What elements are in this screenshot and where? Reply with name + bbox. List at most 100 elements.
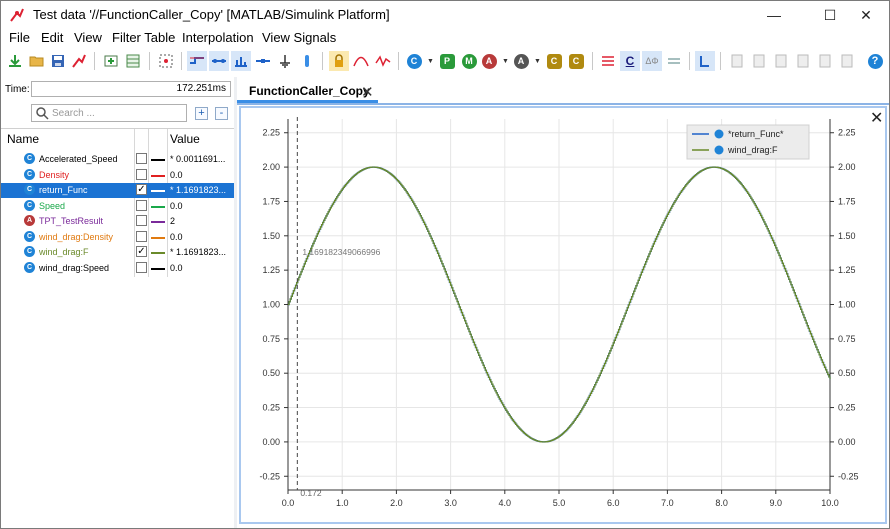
channel-c-underline-icon[interactable]: C [620, 51, 640, 71]
y-tick-label: 1.25 [262, 265, 280, 275]
signal-visible-checkbox[interactable] [136, 230, 147, 242]
waveform-icon[interactable] [373, 51, 393, 71]
signal-value: * 1.1691823... [170, 247, 227, 257]
signal-visible-checkbox[interactable] [136, 215, 147, 226]
column-header-value[interactable]: Value [170, 129, 200, 149]
chevron-down-icon[interactable]: ▼ [427, 58, 434, 65]
signal-type-icon: C [24, 261, 35, 273]
const-c-icon[interactable]: C [544, 51, 564, 71]
signal-color-swatch [151, 205, 165, 208]
signal-row[interactable]: C Speed 0.0 [1, 199, 234, 214]
time-label: Time: [5, 84, 30, 95]
signal-type-icon: C [24, 246, 35, 257]
table-icon[interactable] [123, 51, 143, 71]
signal-color-swatch [151, 236, 165, 239]
signal-visible-checkbox[interactable]: ✓ [136, 184, 147, 195]
y-tick-label: 1.00 [262, 300, 280, 310]
column-header-name[interactable]: Name [7, 129, 39, 149]
x-tick-label: 6.0 [607, 498, 620, 508]
menu-file[interactable]: File [9, 30, 30, 45]
signal-row[interactable]: Cwind_drag:F ✓ * 1.1691823... [1, 245, 234, 260]
doc-icon [749, 51, 769, 71]
menu-view[interactable]: View [74, 30, 102, 45]
channel-c-icon[interactable]: C [404, 51, 424, 71]
import-icon[interactable] [5, 51, 25, 71]
signal-color-swatch [151, 252, 165, 254]
points-line-icon[interactable] [209, 51, 229, 71]
signal-visible-checkbox[interactable] [136, 199, 147, 211]
save-icon[interactable] [48, 51, 68, 71]
x-tick-label: 8.0 [715, 498, 728, 508]
signal-value: 0.0 [170, 200, 183, 211]
doc-icon [815, 51, 835, 71]
signal-row[interactable]: C Accelerated_Speed * 0.0011691... [1, 152, 234, 167]
signal-type-icon: C [24, 153, 35, 164]
signal-color-swatch [151, 159, 165, 161]
step-line-icon[interactable] [187, 51, 207, 71]
remove-signal-button[interactable]: - [215, 107, 228, 120]
toolbar-separator [322, 52, 323, 70]
signal-row[interactable]: Creturn_Func ✓ * 1.1691823... [1, 183, 234, 198]
doc-icon [793, 51, 813, 71]
signal-value: 2 [170, 216, 176, 226]
add-row-icon[interactable] [101, 51, 121, 71]
const-c2-icon[interactable]: C [566, 51, 586, 71]
close-icon[interactable]: ✕ [361, 81, 374, 105]
signal-visible-checkbox[interactable] [136, 168, 147, 180]
lock-icon[interactable] [329, 51, 349, 71]
tab-label: FunctionCaller_Copy [249, 84, 370, 98]
markers-icon[interactable] [253, 51, 273, 71]
y-tick-label-right: -0.25 [838, 471, 859, 481]
y-tick-label-right: 1.00 [838, 300, 856, 310]
list-icon[interactable] [598, 51, 618, 71]
menu-interpolation[interactable]: Interpolation [182, 30, 254, 45]
signal-row[interactable]: Cwind_drag:Density 0.0 [1, 230, 234, 245]
y-tick-label-right: 1.50 [838, 231, 856, 241]
signal-visible-checkbox[interactable]: ✓ [136, 246, 147, 257]
chevron-down-icon[interactable]: ▼ [502, 58, 509, 65]
panel-splitter[interactable] [234, 77, 237, 528]
menu-view-signals[interactable]: View Signals [262, 30, 336, 45]
tab-bar: FunctionCaller_Copy ✕ [237, 79, 889, 105]
y-tick-label: 2.25 [262, 128, 280, 138]
value-bar-icon[interactable] [297, 51, 317, 71]
add-signal-button[interactable]: + [195, 107, 208, 120]
measure-m-icon[interactable]: M [459, 51, 479, 71]
menu-filter-table[interactable]: Filter Table [112, 30, 175, 45]
y-tick-label: 2.00 [262, 162, 280, 172]
fit-icon[interactable] [156, 51, 176, 71]
delta-phi-icon[interactable]: ΔΦ [642, 51, 662, 71]
y-tick-label: 1.75 [262, 196, 280, 206]
signal-chart[interactable]: -0.25 -0.25 0.00 0.00 0.25 0.25 0.50 0.50 0.75 0.… [239, 107, 887, 523]
param-p-icon[interactable]: P [437, 51, 457, 71]
signal-value: 0.0 [170, 231, 183, 242]
ground-icon[interactable] [275, 51, 295, 71]
sync-icon[interactable] [695, 51, 715, 71]
doc-icon [771, 51, 791, 71]
assess-a-icon[interactable]: A [479, 51, 499, 71]
signal-row[interactable]: A TPT_TestResult 2 [1, 214, 234, 229]
minimize-button[interactable]: — [751, 1, 797, 29]
search-input[interactable]: Search ... [31, 104, 187, 122]
chevron-down-icon[interactable]: ▼ [534, 58, 541, 65]
doc-icon [727, 51, 747, 71]
signal-tool-icon[interactable] [69, 51, 89, 71]
samples-icon[interactable] [231, 51, 251, 71]
close-button[interactable]: ✕ [843, 1, 889, 29]
signal-row[interactable]: C Density 0.0 [1, 168, 234, 183]
tab-functioncaller-copy[interactable]: FunctionCaller_Copy ✕ [237, 79, 378, 103]
signal-visible-checkbox[interactable] [136, 261, 147, 273]
x-tick-label: 9.0 [770, 498, 783, 508]
time-field[interactable]: 172.251ms [31, 81, 231, 97]
signal-visible-checkbox[interactable] [136, 153, 147, 164]
toolbar-separator [181, 52, 182, 70]
peak-icon[interactable] [351, 51, 371, 71]
menu-edit[interactable]: Edit [41, 30, 63, 45]
compare-icon[interactable] [664, 51, 684, 71]
signal-name: TPT_TestResult [39, 216, 104, 226]
assess-a2-icon[interactable]: A [511, 51, 531, 71]
help-icon[interactable]: ? [865, 51, 885, 71]
toolbar-separator [149, 52, 150, 70]
signal-row[interactable]: Cwind_drag:Speed 0.0 [1, 261, 234, 276]
open-folder-icon[interactable] [27, 51, 47, 71]
